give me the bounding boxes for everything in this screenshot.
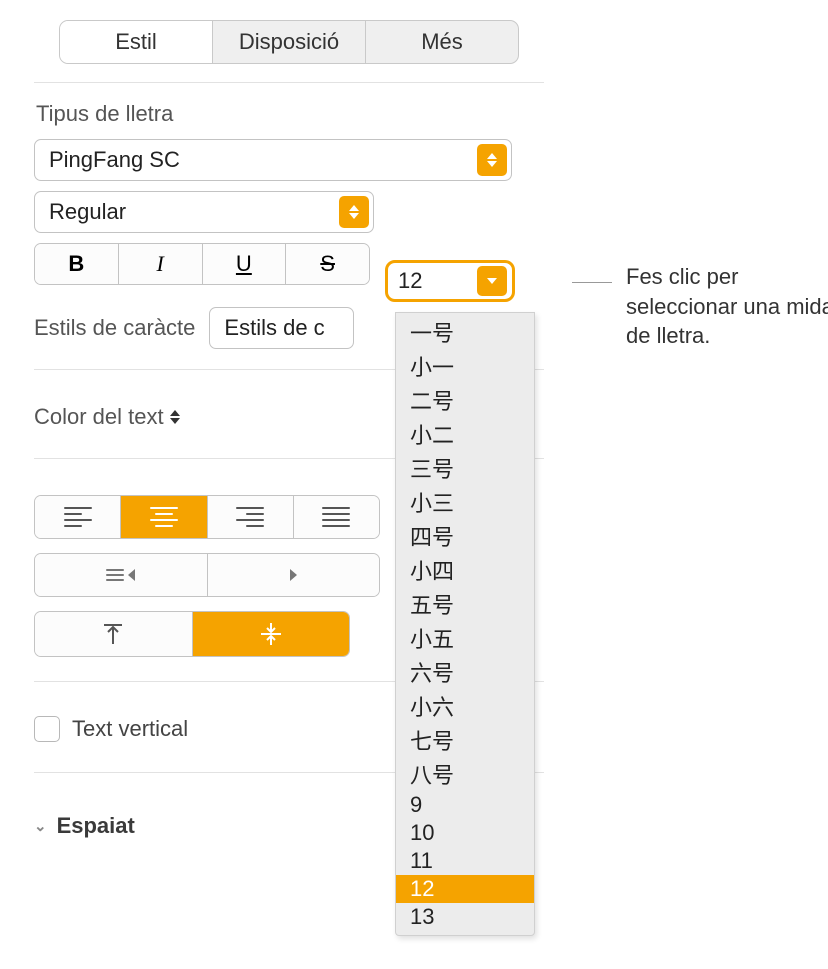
font-size-value[interactable]: 12 [388,268,477,294]
font-size-option[interactable]: 七号 [396,723,534,757]
font-size-option[interactable]: 10 [396,819,534,847]
inspector-tabs: Estil Disposició Més [59,20,519,64]
align-left-button[interactable] [35,496,121,538]
decrease-indent-button[interactable] [35,554,208,596]
chevron-down-icon [487,278,497,284]
increase-indent-button[interactable] [208,554,380,596]
tab-more[interactable]: Més [366,21,518,63]
font-size-option[interactable]: 小五 [396,621,534,655]
callout-text: Fes clic per seleccionar una mida de lle… [626,262,828,351]
font-size-option[interactable]: 一号 [396,315,534,349]
align-right-button[interactable] [208,496,294,538]
align-center-icon [150,507,178,527]
horizontal-align-group [34,495,380,539]
valign-top-icon [102,622,124,646]
font-weight-value: Regular [49,199,126,225]
tab-layout[interactable]: Disposició [213,21,366,63]
italic-button[interactable]: I [119,244,203,284]
font-size-option[interactable]: 小三 [396,485,534,519]
valign-middle-button[interactable] [193,612,350,656]
text-color-label: Color del text [34,404,164,430]
font-size-option[interactable]: 小一 [396,349,534,383]
font-size-option[interactable]: 小四 [396,553,534,587]
font-size-option[interactable]: 三号 [396,451,534,485]
align-center-button[interactable] [121,496,207,538]
popup-stepper-icon [477,144,507,176]
character-styles-value: Estils de c [224,315,324,341]
font-weight-popup[interactable]: Regular [34,191,374,233]
spacing-label: Espaiat [57,813,135,839]
help-callout: Fes clic per seleccionar una mida de lle… [572,262,828,351]
vertical-text-label: Text vertical [72,716,188,742]
font-family-popup[interactable]: PingFang SC [34,139,512,181]
align-right-icon [236,507,264,527]
font-size-option[interactable]: 11 [396,847,534,875]
updown-icon [170,410,180,424]
font-size-option[interactable]: 小二 [396,417,534,451]
character-styles-label: Estils de caràcte [34,315,195,341]
font-size-option[interactable]: 二号 [396,383,534,417]
vertical-text-checkbox[interactable] [34,716,60,742]
font-section-label: Tipus de lletra [36,101,544,127]
chevron-right-icon: ⌄ [34,817,47,835]
font-size-option[interactable]: 五号 [396,587,534,621]
triangle-left-icon [128,569,135,581]
vertical-align-group [34,611,350,657]
font-size-option[interactable]: 八号 [396,757,534,791]
valign-middle-icon [258,621,284,647]
font-size-field[interactable]: 12 [385,260,515,302]
font-size-option[interactable]: 小六 [396,689,534,723]
strikethrough-button[interactable]: S [286,244,369,284]
character-styles-popup[interactable]: Estils de c [209,307,354,349]
font-size-dropdown-button[interactable] [477,266,507,296]
triangle-right-icon [290,569,297,581]
divider [34,82,544,83]
font-size-option[interactable]: 六号 [396,655,534,689]
align-justify-button[interactable] [294,496,379,538]
valign-top-button[interactable] [35,612,193,656]
underline-button[interactable]: U [203,244,287,284]
tab-style[interactable]: Estil [60,21,213,63]
font-size-option[interactable]: 9 [396,791,534,819]
lines-icon [106,569,124,581]
bold-button[interactable]: B [35,244,119,284]
font-size-option[interactable]: 12 [396,875,534,903]
text-style-group: B I U S [34,243,370,285]
align-justify-icon [322,507,350,527]
font-family-value: PingFang SC [49,147,180,173]
font-size-option[interactable]: 13 [396,903,534,931]
font-size-option[interactable]: 四号 [396,519,534,553]
align-left-icon [64,507,92,527]
popup-stepper-icon [339,196,369,228]
indent-group [34,553,380,597]
font-size-menu[interactable]: 一号小一二号小二三号小三四号小四五号小五六号小六七号八号910111213 [395,312,535,936]
callout-leader-line [572,282,612,283]
